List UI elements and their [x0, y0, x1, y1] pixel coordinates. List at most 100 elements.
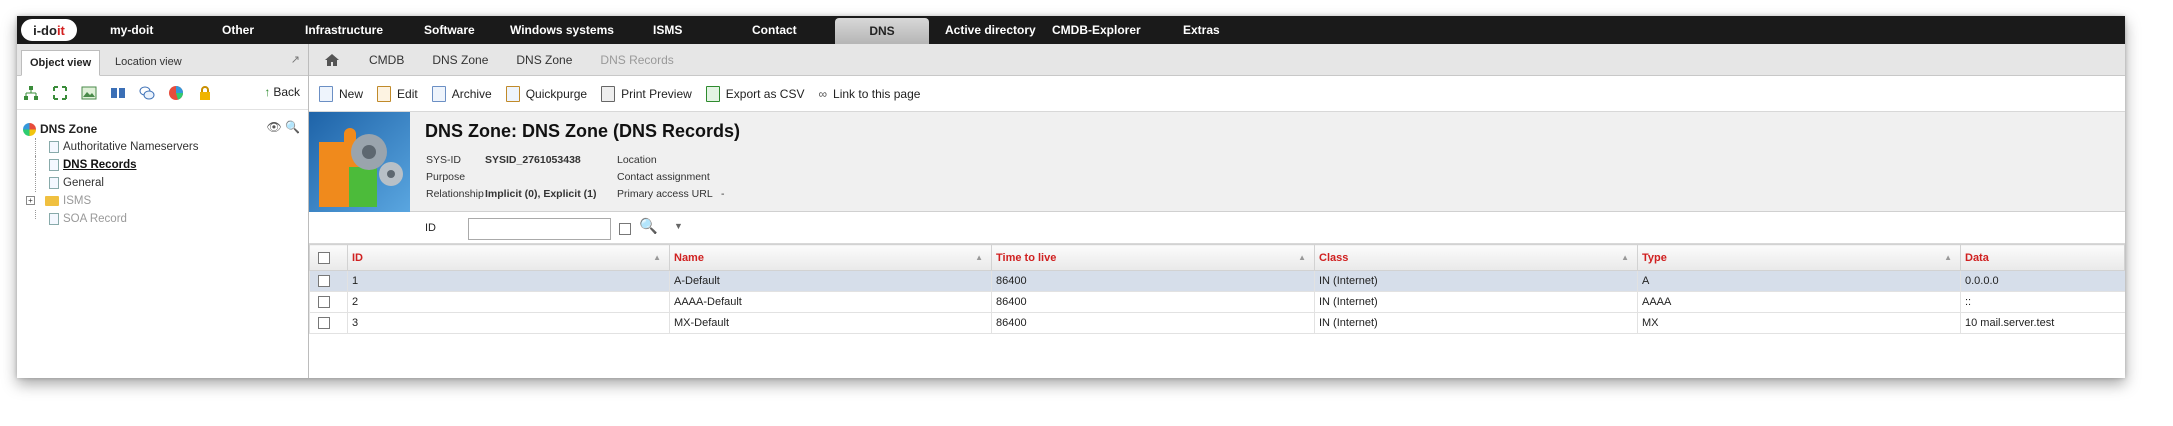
breadcrumb-dns-zone-object[interactable]: DNS Zone [516, 53, 572, 67]
tree-item-label: Authoritative Nameservers [63, 141, 199, 153]
table-row[interactable]: 3 MX-Default 86400 IN (Internet) MX 10 m… [309, 312, 2125, 334]
print-preview-button[interactable]: Print Preview [601, 85, 692, 102]
tree-item-authoritative-nameservers[interactable]: Authoritative Nameservers [23, 138, 308, 156]
home-icon[interactable] [325, 53, 339, 66]
document-icon [49, 177, 59, 189]
row-checkbox[interactable] [318, 317, 330, 330]
tree-root[interactable]: DNS Zone [23, 120, 308, 138]
breadcrumb-cmdb[interactable]: CMDB [369, 53, 404, 67]
breadcrumb-dns-zone-type[interactable]: DNS Zone [432, 53, 488, 67]
column-header-id[interactable]: ID ▲ [347, 244, 670, 271]
book-icon[interactable] [110, 85, 126, 101]
tree-root-label: DNS Zone [40, 122, 98, 136]
left-toolbar: ↑ Back [17, 76, 308, 110]
edit-icon [377, 85, 392, 102]
row-checkbox[interactable] [318, 275, 330, 288]
magnifier-icon[interactable]: 🔍 [285, 120, 300, 134]
archive-button[interactable]: Archive [431, 85, 492, 102]
cell-class: IN (Internet) [1314, 291, 1638, 313]
column-label: ID [352, 251, 363, 264]
cell-name: MX-Default [669, 312, 992, 334]
cell-class: IN (Internet) [1314, 312, 1638, 334]
back-button[interactable]: ↑ Back [264, 85, 300, 99]
chevron-down-icon[interactable]: ▼ [674, 221, 683, 231]
folder-icon [45, 196, 59, 206]
top-navigation: i-do it my-doit Other Infrastructure Soft… [17, 16, 2125, 44]
cell-data: 10 mail.server.test [1960, 312, 2125, 334]
globe-icon [23, 122, 36, 136]
eye-icon[interactable]: 👁 [266, 120, 281, 134]
archive-icon [431, 85, 446, 102]
cell-type: MX [1637, 312, 1961, 334]
popout-icon[interactable]: ↗ [291, 53, 300, 66]
nav-other[interactable]: Other [222, 16, 254, 44]
export-csv-label: Export as CSV [725, 86, 805, 101]
column-header-type[interactable]: Type ▲ [1637, 244, 1961, 271]
row-select-cell [309, 291, 348, 313]
tab-location-view[interactable]: Location view [107, 50, 190, 76]
idoit-logo[interactable]: i-do it [21, 19, 77, 41]
nav-software[interactable]: Software [424, 16, 475, 44]
tree-item-soa-record[interactable]: SOA Record [23, 210, 308, 228]
tree-item-label: ISMS [63, 195, 92, 207]
column-header-ttl[interactable]: Time to live ▲ [991, 244, 1315, 271]
edit-button[interactable]: Edit [377, 85, 418, 102]
table-row[interactable]: 2 AAAA-Default 86400 IN (Internet) AAAA … [309, 291, 2125, 313]
object-image [309, 112, 410, 212]
comments-icon[interactable] [139, 85, 155, 101]
nav-dns[interactable]: DNS [835, 18, 929, 44]
cell-name: A-Default [669, 270, 992, 292]
edit-label: Edit [397, 86, 418, 101]
tab-object-view[interactable]: Object view [21, 50, 101, 76]
expand-plus-icon[interactable]: + [26, 196, 35, 205]
table-row[interactable]: 1 A-Default 86400 IN (Internet) A 0.0.0.… [309, 270, 2125, 292]
tree-tools: 👁 🔍 [266, 120, 300, 134]
link-to-page-button[interactable]: ∞ Link to this page [818, 87, 920, 101]
row-checkbox[interactable] [318, 296, 330, 309]
expand-icon[interactable] [52, 85, 68, 101]
document-icon [49, 213, 59, 225]
cell-ttl: 86400 [991, 312, 1315, 334]
sort-icon: ▲ [1298, 253, 1306, 262]
nav-isms[interactable]: ISMS [653, 16, 682, 44]
tree-item-dns-records[interactable]: DNS Records [23, 156, 308, 174]
tree-icon[interactable] [23, 85, 39, 101]
filter-input[interactable] [468, 218, 611, 240]
table-header-row: ID ▲ Name ▲ Time to live ▲ Class ▲ Type ▲ Dat… [309, 244, 2125, 271]
column-header-data[interactable]: Data [1960, 244, 2125, 271]
column-header-name[interactable]: Name ▲ [669, 244, 992, 271]
filter-checkbox[interactable] [619, 223, 631, 235]
link-icon: ∞ [818, 86, 828, 101]
cell-name: AAAA-Default [669, 291, 992, 313]
new-button[interactable]: New [319, 85, 363, 102]
lock-icon[interactable] [197, 85, 213, 101]
image-icon[interactable] [81, 85, 97, 101]
nav-infrastructure[interactable]: Infrastructure [305, 16, 383, 44]
nav-extras[interactable]: Extras [1183, 16, 1220, 44]
select-all-checkbox[interactable] [318, 251, 330, 264]
quickpurge-button[interactable]: Quickpurge [505, 85, 588, 102]
export-csv-button[interactable]: Export as CSV [705, 85, 805, 102]
sort-icon: ▲ [1621, 253, 1629, 262]
cell-id: 2 [347, 291, 670, 313]
print-preview-label: Print Preview [621, 86, 692, 101]
cell-data: :: [1960, 291, 2125, 313]
quickpurge-label: Quickpurge [525, 86, 588, 101]
tree-item-general[interactable]: General [23, 174, 308, 192]
tree-item-isms[interactable]: + ISMS [23, 192, 308, 210]
nav-windows-systems[interactable]: Windows systems [510, 16, 614, 44]
link-to-page-label: Link to this page [833, 86, 921, 101]
primary-access-url-value: - [721, 188, 725, 200]
cell-id: 3 [347, 312, 670, 334]
sort-icon: ▲ [1944, 253, 1952, 262]
view-tabs: Object view Location view ↗ [17, 44, 308, 76]
column-header-class[interactable]: Class ▲ [1314, 244, 1638, 271]
nav-contact[interactable]: Contact [752, 16, 797, 44]
location-label: Location [617, 154, 657, 166]
column-label: Class [1319, 251, 1349, 264]
nav-active-directory[interactable]: Active directory [945, 16, 1036, 44]
chart-icon[interactable] [168, 85, 184, 101]
nav-my-doit[interactable]: my-doit [110, 16, 153, 44]
nav-cmdb-explorer[interactable]: CMDB-Explorer [1052, 16, 1141, 44]
search-icon[interactable]: 🔍 [639, 217, 658, 235]
